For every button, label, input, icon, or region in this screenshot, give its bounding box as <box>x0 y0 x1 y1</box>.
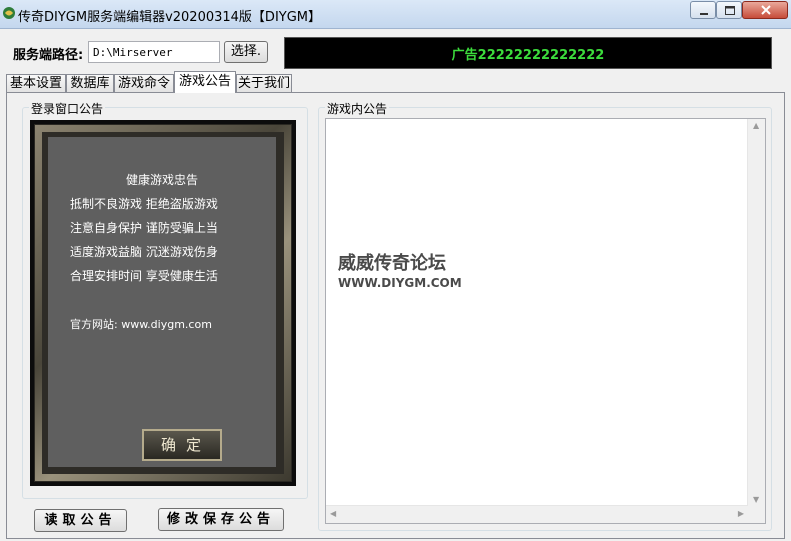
scrollbar-corner <box>748 506 765 523</box>
announcement-line: 注意自身保护 谨防受骗上当 <box>70 221 218 235</box>
announcement-website: 官方网站: www.diygm.com <box>70 318 212 331</box>
ad-text: 广告22222222222222 <box>451 48 605 63</box>
tab-game-commands[interactable]: 游戏命令 <box>114 74 174 93</box>
horizontal-scrollbar[interactable]: ◀ ▶ <box>326 505 748 523</box>
ingame-announcement-editor[interactable]: ▲ ▼ ◀ ▶ <box>325 118 766 524</box>
close-icon <box>761 5 771 15</box>
maximize-icon <box>725 6 735 15</box>
save-announcement-button[interactable]: 修改保存公告 <box>158 508 284 531</box>
announcement-line: 合理安排时间 享受健康生活 <box>70 269 218 283</box>
scroll-up-icon[interactable]: ▲ <box>753 121 759 130</box>
close-button[interactable] <box>742 1 788 19</box>
minimize-button[interactable] <box>690 1 716 19</box>
watermark-title: 威威传奇论坛 <box>338 253 446 274</box>
browse-button[interactable]: 选择. <box>224 41 268 63</box>
tab-about-us[interactable]: 关于我们 <box>236 74 292 93</box>
scroll-left-icon[interactable]: ◀ <box>330 509 336 518</box>
ingame-announcement-title: 游戏内公告 <box>325 100 390 117</box>
scroll-right-icon[interactable]: ▶ <box>738 509 744 518</box>
server-path-input[interactable] <box>88 41 220 63</box>
server-path-label: 服务端路径: <box>13 48 84 63</box>
tab-game-announcement[interactable]: 游戏公告 <box>174 71 236 93</box>
watermark-url: WWW.DIYGM.COM <box>338 276 462 290</box>
preview-screen: 健康游戏忠告 抵制不良游戏 拒绝盗版游戏 注意自身保护 谨防受骗上当 适度游戏益… <box>48 137 276 467</box>
ad-banner: 广告22222222222222 <box>284 37 772 69</box>
maximize-button[interactable] <box>716 1 742 19</box>
announcement-heading: 健康游戏忠告 <box>125 173 198 187</box>
announcement-line: 适度游戏益脑 沉迷游戏伤身 <box>70 245 218 259</box>
read-announcement-button[interactable]: 读取公告 <box>34 509 127 532</box>
login-announcement-title: 登录窗口公告 <box>29 100 106 117</box>
preview-ok-button: 确定 <box>142 429 222 461</box>
tab-basic-settings[interactable]: 基本设置 <box>6 74 66 93</box>
login-announcement-preview: 健康游戏忠告 抵制不良游戏 拒绝盗版游戏 注意自身保护 谨防受骗上当 适度游戏益… <box>30 120 296 486</box>
minimize-icon <box>700 13 708 15</box>
announcement-line: 抵制不良游戏 拒绝盗版游戏 <box>70 197 218 211</box>
title-bar: 传奇DIYGM服务端编辑器v20200314版【DIYGM】 <box>0 0 791 29</box>
tab-database[interactable]: 数据库 <box>66 74 114 93</box>
window-title: 传奇DIYGM服务端编辑器v20200314版【DIYGM】 <box>18 10 322 25</box>
app-icon <box>3 7 15 19</box>
vertical-scrollbar[interactable]: ▲ ▼ <box>747 119 765 506</box>
scroll-down-icon[interactable]: ▼ <box>753 495 759 504</box>
